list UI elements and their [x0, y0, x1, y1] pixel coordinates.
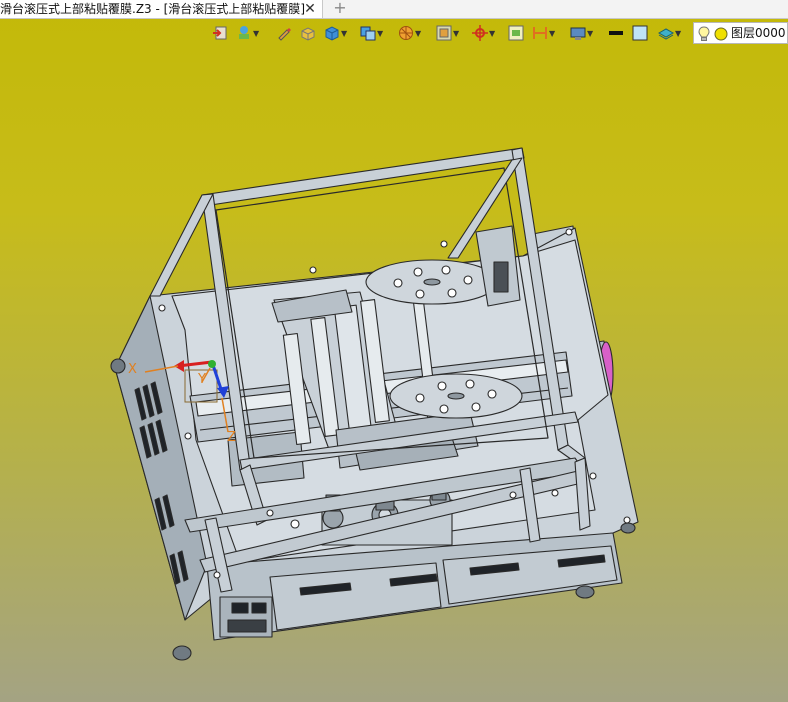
axis-move-button[interactable]: ▼ [472, 22, 497, 44]
chevron-down-icon[interactable]: ▼ [415, 29, 423, 38]
fit-view-icon [508, 25, 524, 41]
chevron-down-icon[interactable]: ▼ [453, 29, 461, 38]
tab-close-icon[interactable]: ✕ [302, 0, 318, 18]
display-mode-icon [360, 26, 376, 41]
shape-tool-button[interactable]: ▼ [236, 22, 261, 44]
pencil-icon [278, 28, 291, 41]
face-color-button[interactable] [632, 22, 648, 44]
axis-x-label: X [128, 362, 137, 377]
render-mode-button[interactable]: ▼ [398, 22, 423, 44]
chevron-down-icon[interactable]: ▼ [675, 29, 683, 38]
measure-button[interactable]: ▼ [532, 22, 557, 44]
document-tab-bar: 滑台滚压式上部粘贴覆膜.Z3 - [滑台滚压式上部粘贴覆膜] ✕ + [0, 0, 788, 19]
cube-view-icon [325, 26, 339, 41]
import-button[interactable] [212, 22, 228, 44]
face-color-icon [632, 25, 648, 41]
line-color-button[interactable] [608, 22, 624, 44]
document-tab-title: 滑台滚压式上部粘贴覆膜.Z3 - [滑台滚压式上部粘贴覆膜] [0, 2, 305, 16]
layer-color-icon [714, 27, 728, 41]
new-tab-icon[interactable]: + [332, 0, 348, 18]
section-view-icon [436, 25, 452, 41]
chevron-down-icon[interactable]: ▼ [253, 29, 261, 38]
solid-block-icon [301, 27, 315, 41]
axis-y-label: Y [198, 372, 206, 387]
axis-move-icon [472, 25, 488, 41]
axis-z-label: Z [227, 430, 236, 445]
chevron-down-icon[interactable]: ▼ [587, 29, 595, 38]
shape-tool-icon [239, 26, 249, 39]
chevron-down-icon[interactable]: ▼ [377, 29, 385, 38]
chevron-down-icon[interactable]: ▼ [489, 29, 497, 38]
3d-viewport[interactable] [0, 44, 788, 702]
layer-selector[interactable]: 图层0000 [693, 22, 788, 44]
section-view-button[interactable]: ▼ [436, 22, 461, 44]
screen-capture-icon [570, 27, 586, 40]
document-tab[interactable]: 滑台滚压式上部粘贴覆膜.Z3 - [滑台滚压式上部粘贴覆膜] ✕ [0, 0, 323, 18]
cube-view-button[interactable]: ▼ [324, 22, 349, 44]
layer-name: 图层0000 [731, 26, 786, 40]
solid-block-button[interactable] [300, 22, 316, 44]
import-icon [213, 26, 227, 40]
view-toolbar: ▼ ▼ ▼ ▼ ▼ ▼ ▼ ▼ ▼ [210, 22, 690, 44]
pencil-button[interactable] [276, 22, 292, 44]
chevron-down-icon[interactable]: ▼ [549, 29, 557, 38]
line-color-icon [609, 31, 623, 35]
display-mode-button[interactable]: ▼ [360, 22, 385, 44]
layer-display-button[interactable]: ▼ [658, 22, 683, 44]
screen-capture-button[interactable]: ▼ [570, 22, 595, 44]
measure-icon [533, 27, 547, 39]
render-mode-icon [399, 26, 413, 40]
chevron-down-icon[interactable]: ▼ [341, 29, 349, 38]
fit-view-button[interactable] [508, 22, 524, 44]
lightbulb-icon[interactable] [698, 26, 710, 42]
layer-display-icon [658, 28, 674, 40]
